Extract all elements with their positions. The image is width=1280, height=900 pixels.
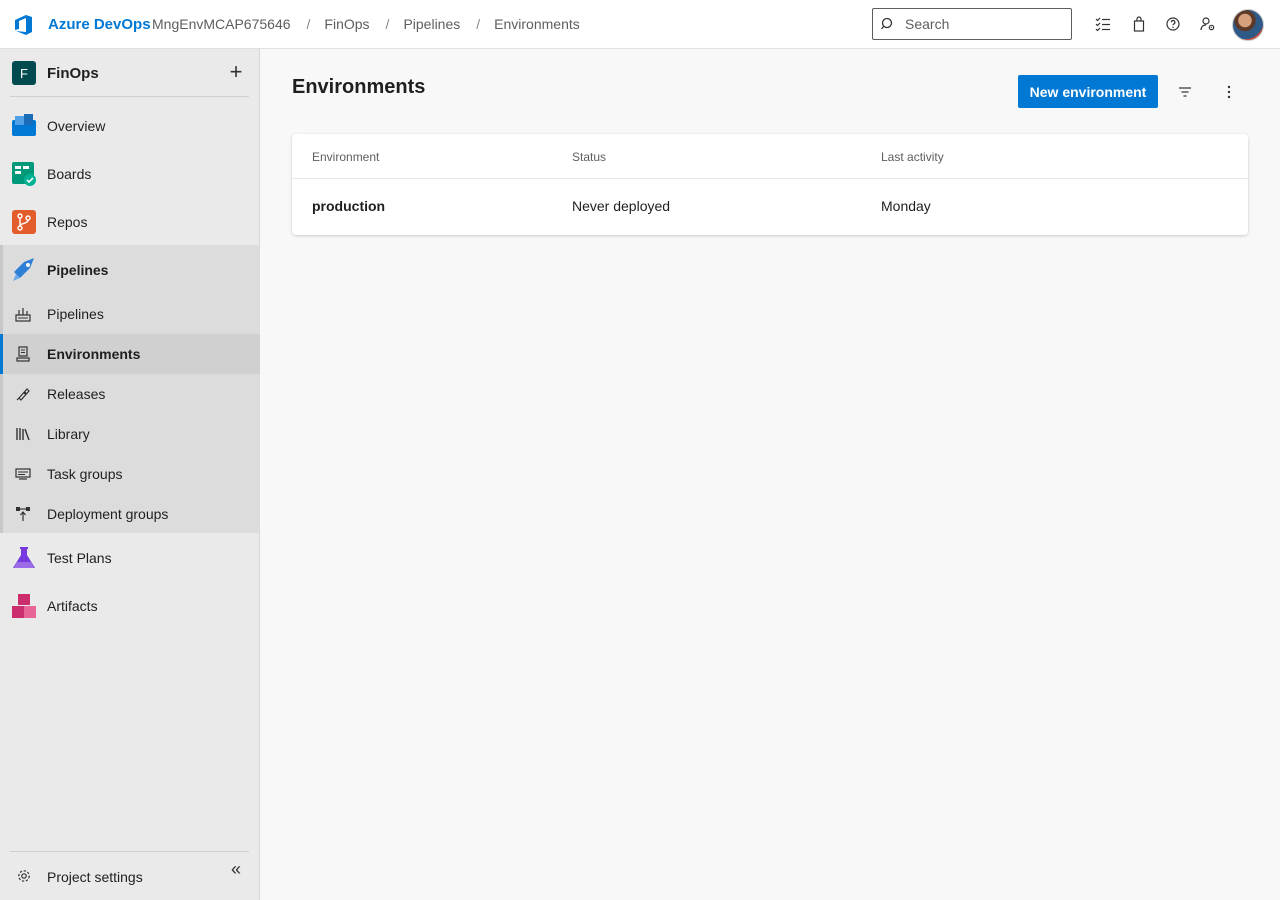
more-options-icon[interactable] [1217, 80, 1241, 104]
divider [10, 851, 249, 852]
column-header-environment[interactable]: Environment [312, 150, 379, 164]
library-icon [16, 428, 30, 441]
breadcrumb-environments[interactable]: Environments [494, 16, 580, 32]
sidebar-subitem-pipelines[interactable]: Pipelines [0, 294, 260, 334]
marketplace-icon[interactable] [1129, 14, 1149, 34]
column-header-last-activity[interactable]: Last activity [881, 150, 944, 164]
search-input[interactable] [905, 16, 1055, 32]
environment-status: Never deployed [572, 198, 671, 214]
pipelines-sub-icon [15, 308, 31, 322]
breadcrumb-separator: / [476, 16, 481, 32]
pipelines-icon [13, 258, 34, 281]
overview-icon [12, 114, 36, 136]
environment-name[interactable]: production [312, 198, 385, 214]
sidebar-subitem-label: Releases [47, 386, 106, 402]
brand-name[interactable]: Azure DevOps [48, 16, 151, 33]
work-items-icon[interactable] [1093, 14, 1113, 34]
page-title: Environments [292, 76, 426, 98]
project-name[interactable]: FinOps [47, 65, 99, 82]
search-box[interactable] [872, 8, 1072, 40]
sidebar-subitem-label: Environments [47, 346, 141, 362]
filter-icon[interactable] [1173, 80, 1197, 104]
artifacts-icon [12, 594, 36, 618]
boards-icon [12, 162, 36, 186]
breadcrumb-project[interactable]: FinOps [324, 16, 369, 32]
project-settings-button[interactable]: Project settings [0, 857, 260, 897]
breadcrumb-organization[interactable]: MngEnvMCAP675646 [152, 16, 291, 32]
sidebar-item-overview[interactable]: Overview [0, 102, 260, 150]
repos-icon [12, 210, 36, 234]
breadcrumb-separator: / [306, 16, 311, 32]
sidebar-item-pipelines[interactable]: Pipelines [0, 246, 260, 294]
sidebar-item-repos[interactable]: Repos [0, 198, 260, 246]
sidebar-subitem-environments[interactable]: Environments [0, 334, 260, 374]
sidebar-item-test-plans[interactable]: Test Plans [0, 534, 260, 582]
releases-icon [16, 388, 30, 401]
breadcrumb-separator: / [385, 16, 390, 32]
selected-indicator [0, 334, 3, 374]
sidebar-item-boards[interactable]: Boards [0, 150, 260, 198]
sidebar-subitem-releases[interactable]: Releases [0, 374, 260, 414]
sidebar-item-label: Boards [47, 166, 92, 182]
gear-icon [18, 870, 30, 882]
environments-table: Environment Status Last activity product… [292, 134, 1248, 235]
sidebar-item-label: Test Plans [47, 550, 112, 566]
user-avatar[interactable] [1232, 9, 1264, 41]
project-badge[interactable]: F [12, 61, 36, 85]
sidebar-item-label: Repos [47, 214, 88, 230]
user-settings-icon[interactable] [1198, 14, 1218, 34]
environments-icon [16, 346, 30, 362]
test-plans-icon [13, 547, 35, 568]
breadcrumb-pipelines[interactable]: Pipelines [403, 16, 460, 32]
top-bar: Azure DevOps MngEnvMCAP675646 / FinOps /… [0, 0, 1280, 49]
sidebar-subitem-task-groups[interactable]: Task groups [0, 454, 260, 494]
column-header-status[interactable]: Status [572, 150, 606, 164]
collapse-sidebar-icon[interactable]: « [226, 859, 246, 879]
sidebar-subitem-deployment-groups[interactable]: Deployment groups [0, 494, 260, 534]
sidebar-item-label: Overview [47, 118, 106, 134]
search-icon [881, 17, 893, 30]
environment-last-activity: Monday [881, 198, 931, 214]
sidebar-subitem-label: Deployment groups [47, 506, 169, 522]
sidebar: F FinOps + Overview Boards Repos Pipelin… [0, 49, 260, 900]
sidebar-subitem-label: Library [47, 426, 90, 442]
deployment-groups-icon [16, 507, 30, 521]
sidebar-item-label: Pipelines [47, 262, 109, 278]
new-environment-button[interactable]: New environment [1018, 75, 1158, 108]
add-icon[interactable]: + [226, 61, 246, 83]
table-row[interactable]: production Never deployed Monday [292, 179, 1248, 235]
project-header: F FinOps + [0, 49, 260, 97]
project-settings-label: Project settings [47, 869, 143, 885]
sidebar-subitem-library[interactable]: Library [0, 414, 260, 454]
azure-devops-logo-icon[interactable] [13, 14, 35, 36]
sidebar-subitem-label: Pipelines [47, 306, 104, 322]
sidebar-item-label: Artifacts [47, 598, 98, 614]
breadcrumb: MngEnvMCAP675646 / FinOps / Pipelines / … [152, 16, 580, 32]
task-groups-icon [15, 468, 31, 480]
divider [10, 96, 249, 97]
help-icon[interactable] [1163, 14, 1183, 34]
sidebar-item-artifacts[interactable]: Artifacts [0, 582, 260, 630]
sidebar-subitem-label: Task groups [47, 466, 123, 482]
